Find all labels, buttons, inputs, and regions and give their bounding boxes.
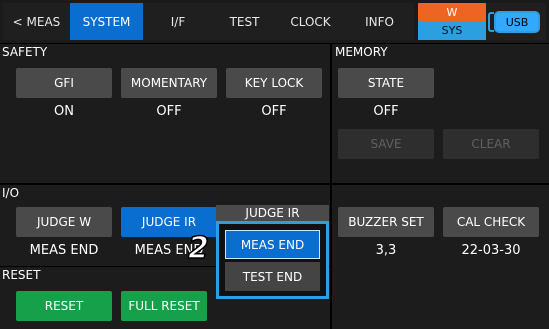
full-reset-button[interactable]: FULL RESET [121, 291, 207, 321]
tab-clock[interactable]: CLOCK [276, 3, 345, 40]
memory-panel: MEMORY STATE OFF SAVE CLEAR [332, 44, 549, 183]
reset-button[interactable]: RESET [16, 291, 112, 321]
tab-system[interactable]: SYSTEM [70, 3, 143, 40]
mode-indicator: W SYS [418, 3, 486, 40]
usb-icon: USB [494, 11, 540, 33]
gfi-button[interactable]: GFI [16, 68, 112, 98]
safety-panel: SAFETY GFI ON MOMENTARY OFF KEY LOCK OFF [0, 44, 330, 183]
buzzer-set-button[interactable]: BUZZER SET [338, 207, 434, 237]
tab-test[interactable]: TEST [213, 3, 276, 40]
popup-option-meas-end[interactable]: MEAS END [225, 230, 320, 259]
judge-ir-popup-header: JUDGE IR [216, 205, 329, 221]
state-value: OFF [373, 104, 399, 119]
buzzer-cal-panel: BUZZER SET 3,3 CAL CHECK 22-03-30 [332, 185, 549, 329]
judge-ir-popup: MEAS END TEST END [216, 221, 329, 299]
judge-w-button[interactable]: JUDGE W [16, 207, 112, 237]
tab-info[interactable]: INFO [345, 3, 414, 40]
save-button[interactable]: SAVE [338, 129, 434, 159]
momentary-value: OFF [156, 104, 182, 119]
usb-status: USB [486, 3, 546, 40]
clear-button[interactable]: CLEAR [443, 129, 539, 159]
w-mode-badge: W [418, 3, 486, 21]
reset-title: RESET [2, 268, 41, 282]
cal-check-value: 22-03-30 [461, 243, 521, 258]
tab-meas[interactable]: < MEAS [3, 3, 70, 40]
gfi-value: ON [54, 104, 74, 119]
tab-if[interactable]: I/F [143, 3, 213, 40]
memory-title: MEMORY [335, 45, 388, 59]
sys-mode-badge: SYS [418, 21, 486, 40]
judge-w-value: MEAS END [29, 243, 99, 258]
top-tab-bar: < MEAS SYSTEM I/F TEST CLOCK INFO W SYS … [0, 0, 549, 43]
key-lock-button[interactable]: KEY LOCK [226, 68, 322, 98]
safety-title: SAFETY [2, 45, 48, 59]
key-lock-value: OFF [261, 104, 287, 119]
step-marker: 2 [187, 230, 209, 267]
momentary-button[interactable]: MOMENTARY [121, 68, 217, 98]
cal-check-button[interactable]: CAL CHECK [443, 207, 539, 237]
popup-option-test-end[interactable]: TEST END [225, 262, 320, 291]
buzzer-set-value: 3,3 [375, 243, 397, 258]
state-button[interactable]: STATE [338, 68, 434, 98]
io-title: I/O [2, 186, 20, 200]
